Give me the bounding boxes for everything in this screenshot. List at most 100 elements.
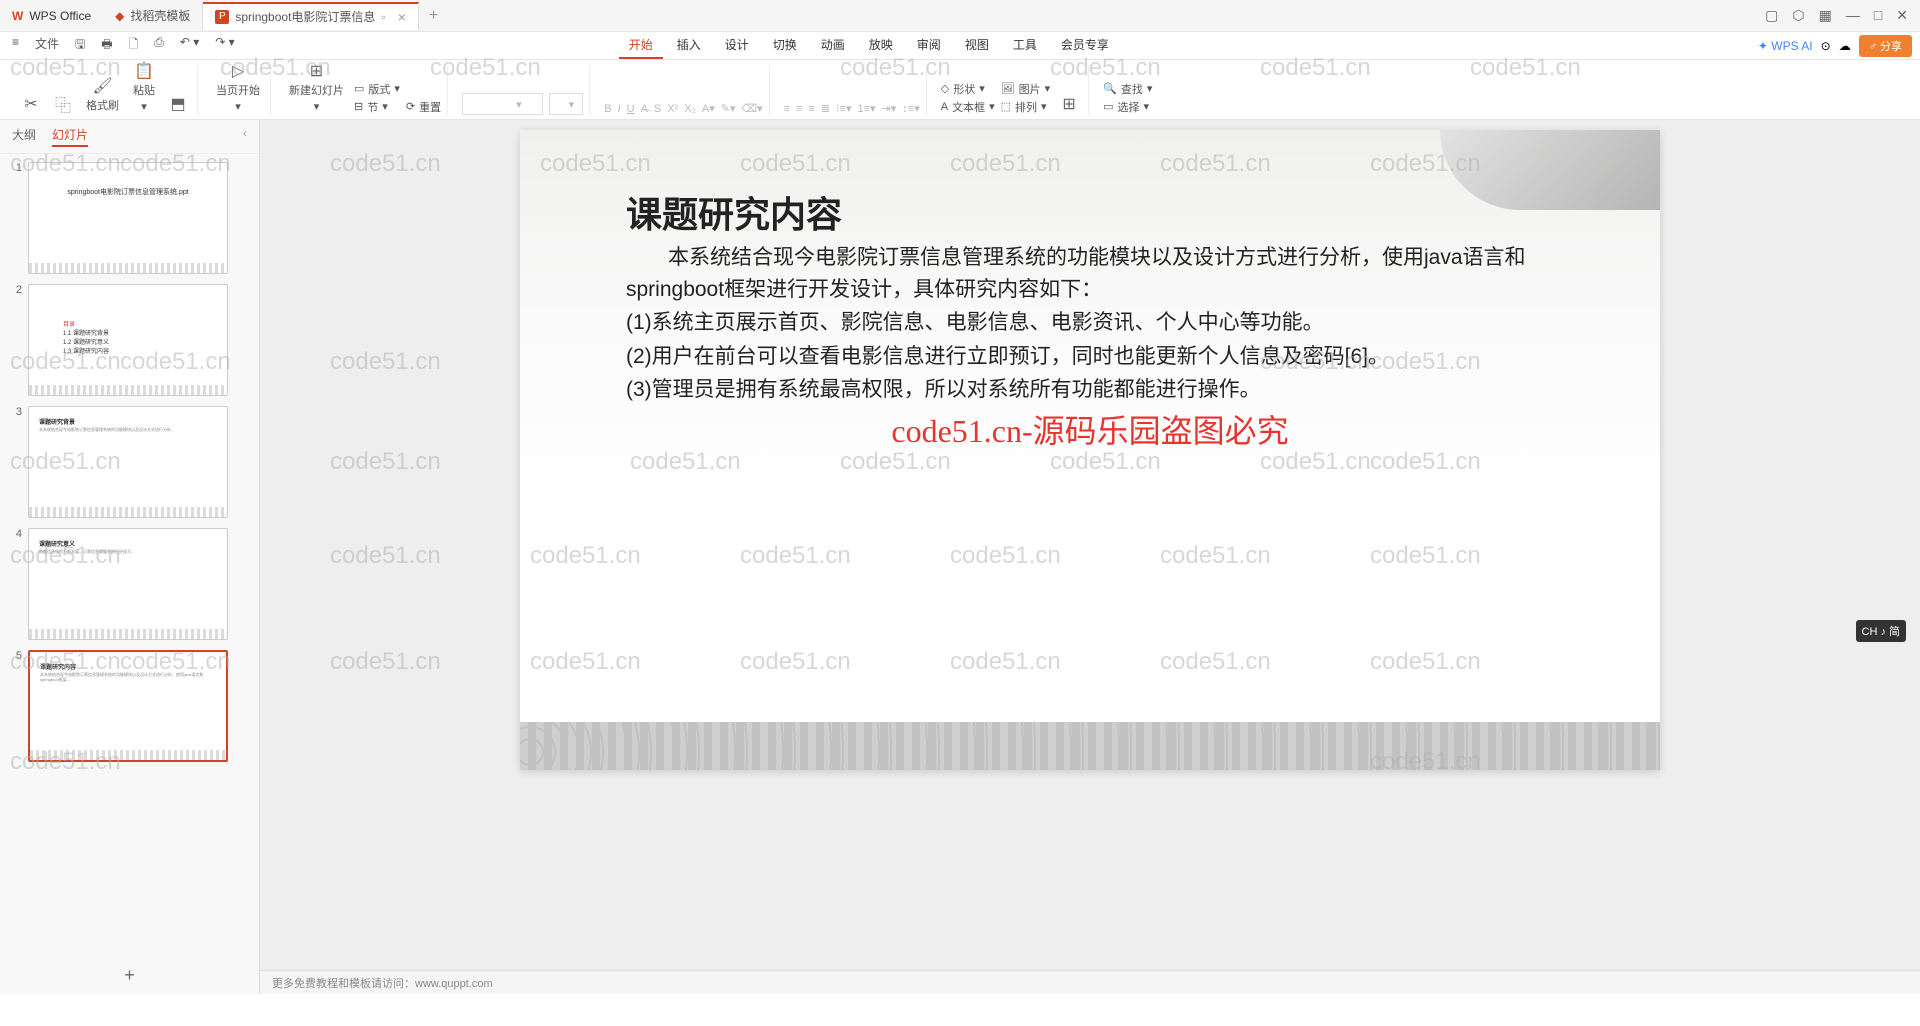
share-button[interactable]: ♂ 分享 — [1859, 35, 1912, 57]
add-tab-button[interactable]: + — [419, 7, 448, 25]
template-icon: ◆ — [115, 9, 124, 23]
slideshow-from-current[interactable]: ▷当页开始 ▾ — [212, 60, 264, 115]
close-tab-icon[interactable]: × — [398, 9, 406, 25]
layout-button[interactable]: ▭ 版式 ▾ — [354, 81, 400, 97]
font-size-select[interactable]: ▾ — [549, 93, 584, 115]
wps-ai-button[interactable]: ✦ WPS AI — [1758, 39, 1813, 53]
ppt-icon: P — [215, 10, 229, 24]
bold-button[interactable]: B — [604, 103, 611, 115]
cut-button[interactable]: ✂ — [18, 93, 44, 115]
search-icon[interactable]: ⊙ — [1821, 39, 1831, 53]
paste-button[interactable]: 📋粘贴 ▾ — [129, 60, 159, 115]
play-icon: ▷ — [229, 62, 247, 80]
window-cube-icon[interactable]: ⬡ — [1792, 7, 1804, 24]
cloud-icon[interactable]: ☁ — [1839, 39, 1851, 53]
shape-button[interactable]: ◇ 形状 ▾ — [941, 81, 995, 97]
slide-title[interactable]: 课题研究内容 — [626, 186, 842, 238]
arrange-button[interactable]: ⬚ 排列 ▾ — [1001, 99, 1051, 115]
footer-tip: 更多免费教程和模板请访问：www.quppt.com — [272, 975, 493, 991]
toolbar: ✂ ⿻ 🖌格式刷 📋粘贴 ▾ ⬒ ▷当页开始 ▾ ⊞新建幻灯片 ▾ ▭ 版式 ▾… — [0, 60, 1920, 120]
align-right-button[interactable]: ≡ — [808, 103, 814, 115]
thumbnail-2[interactable]: 目录 1.1 课题研究背景 1.2 课题研究意义 1.3 课题研究内容 — [28, 284, 228, 396]
export-icon[interactable]: ⎙ — [150, 33, 168, 58]
menu-member[interactable]: 会员专享 — [1051, 32, 1119, 59]
clipboard-launcher[interactable]: ⬒ — [165, 93, 191, 115]
menu-tools[interactable]: 工具 — [1003, 32, 1047, 59]
close-button[interactable]: ✕ — [1896, 7, 1908, 24]
file-menu[interactable]: 文件 — [31, 33, 63, 58]
align-center-button[interactable]: ≡ — [796, 103, 802, 115]
thumbnail-4[interactable]: 课题研究意义随着信息化的不断发展，订票信息管理系统已经成为... — [28, 528, 228, 640]
strike-button[interactable]: A̶ — [641, 103, 648, 115]
window-app-icon[interactable]: ▢ — [1765, 7, 1778, 24]
tab-slides[interactable]: 幻灯片 — [52, 126, 88, 147]
slide-panel: 大纲 幻灯片 ‹ 1 springboot电影院订票信息管理系统.ppt 2 目… — [0, 120, 260, 994]
menu-animation[interactable]: 动画 — [811, 32, 855, 59]
select-button[interactable]: ▭ 选择 ▾ — [1103, 99, 1152, 115]
slide-body[interactable]: 本系统结合现今电影院订票信息管理系统的功能模块以及设计方式进行分析，使用java… — [626, 240, 1600, 408]
picture-button[interactable]: 🖼 图片 ▾ — [1001, 81, 1051, 97]
clear-format-button[interactable]: ⌫▾ — [741, 102, 762, 115]
align-left-button[interactable]: ≡ — [784, 103, 790, 115]
line-spacing-button[interactable]: ↕≡▾ — [902, 102, 919, 115]
preview-icon[interactable]: 🗋 — [125, 33, 143, 58]
copy-button[interactable]: ⿻ — [50, 93, 76, 115]
wave-decoration — [520, 722, 1660, 770]
italic-button[interactable]: I — [618, 103, 621, 115]
menu-start[interactable]: 开始 — [619, 32, 663, 59]
menu-icon[interactable]: ≡ — [8, 33, 23, 58]
thumbnail-5[interactable]: 课题研究内容本系统结合现今电影院订票信息管理系统的功能模块以及设计方式进行分析，… — [28, 650, 228, 762]
app-tab[interactable]: W WPS Office — [0, 9, 103, 23]
new-slide-button[interactable]: ⊞新建幻灯片 ▾ — [285, 60, 348, 115]
avatar-icon[interactable]: ▦ — [1819, 7, 1832, 24]
collapse-panel-icon[interactable]: ‹ — [243, 126, 247, 147]
thumbnail-1[interactable]: springboot电影院订票信息管理系统.ppt — [28, 162, 228, 274]
redo-icon[interactable]: ↷ ▾ — [211, 33, 238, 58]
textbox-button[interactable]: A 文本框 ▾ — [941, 99, 995, 115]
numbering-button[interactable]: 1≡▾ — [857, 102, 875, 115]
thumbnail-3[interactable]: 课题研究背景本系统结合现今电影院订票信息管理系统的功能模块以及设计方式进行分析.… — [28, 406, 228, 518]
menu-insert[interactable]: 插入 — [667, 32, 711, 59]
bullets-button[interactable]: ⁝≡▾ — [836, 102, 851, 115]
add-slide-button[interactable]: + — [0, 957, 259, 994]
font-family-select[interactable]: ▾ — [462, 93, 543, 115]
indent-button[interactable]: ⇥▾ — [882, 102, 897, 115]
red-watermark: code51.cn-源码乐园盗图必究 — [891, 406, 1288, 452]
menu-transition[interactable]: 切换 — [763, 32, 807, 59]
menu-design[interactable]: 设计 — [715, 32, 759, 59]
underline-button[interactable]: U — [627, 103, 635, 115]
brush-icon: 🖌 — [94, 77, 112, 95]
ime-indicator[interactable]: CH ♪ 简 — [1856, 620, 1907, 642]
menubar: ≡ 文件 🖫 🖶 🗋 ⎙ ↶ ▾ ↷ ▾ 开始 插入 设计 切换 动画 放映 审… — [0, 32, 1920, 60]
align-justify-button[interactable]: ≣ — [821, 102, 830, 115]
tab-outline[interactable]: 大纲 — [12, 126, 36, 147]
more-shapes-button[interactable]: ⊞ — [1056, 93, 1082, 115]
wps-logo-icon: W — [12, 9, 23, 23]
titlebar: W WPS Office ◆ 找稻壳模板 P springboot电影院订票信息… — [0, 0, 1920, 32]
maximize-button[interactable]: □ — [1874, 7, 1882, 24]
save-icon[interactable]: 🖫 — [71, 33, 89, 58]
undo-icon[interactable]: ↶ ▾ — [176, 33, 203, 58]
find-button[interactable]: 🔍 查找 ▾ — [1103, 81, 1152, 97]
subscript-button[interactable]: X₂ — [684, 103, 696, 115]
font-color-button[interactable]: A▾ — [702, 102, 715, 115]
canvas-footer: 更多免费教程和模板请访问：www.quppt.com — [260, 970, 1920, 994]
slide-canvas[interactable]: 课题研究内容 本系统结合现今电影院订票信息管理系统的功能模块以及设计方式进行分析… — [520, 130, 1660, 770]
superscript-button[interactable]: X² — [667, 103, 678, 115]
menu-view[interactable]: 视图 — [955, 32, 999, 59]
thumbnails-list[interactable]: 1 springboot电影院订票信息管理系统.ppt 2 目录 1.1 课题研… — [0, 154, 259, 957]
strikethrough-button[interactable]: S — [654, 103, 661, 115]
menu-review[interactable]: 审阅 — [907, 32, 951, 59]
reset-button[interactable]: ⟳ 重置 — [406, 99, 441, 115]
format-painter-button[interactable]: 🖌格式刷 — [82, 75, 123, 115]
tab-menu-icon[interactable]: ▫ — [381, 10, 385, 24]
section-button[interactable]: ⊟ 节 ▾ — [354, 99, 400, 115]
tab-templates[interactable]: ◆ 找稻壳模板 — [103, 2, 203, 30]
scissors-icon: ✂ — [22, 95, 40, 113]
print-icon[interactable]: 🖶 — [97, 33, 116, 58]
tab-document[interactable]: P springboot电影院订票信息 ▫ × — [203, 2, 419, 30]
minimize-button[interactable]: — — [1846, 7, 1860, 24]
menu-slideshow[interactable]: 放映 — [859, 32, 903, 59]
paste-icon: 📋 — [135, 62, 153, 80]
highlight-button[interactable]: ✎▾ — [721, 102, 736, 115]
